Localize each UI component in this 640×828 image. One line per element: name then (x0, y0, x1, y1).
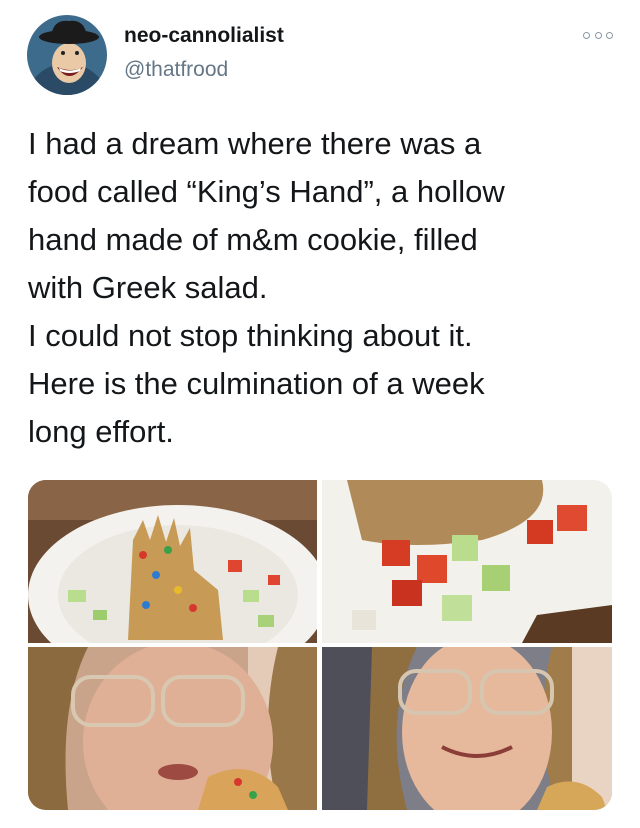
dot-icon (606, 31, 613, 39)
dot-icon (594, 31, 602, 39)
avatar[interactable] (27, 15, 107, 95)
tweet-text: I had a dream where there was a food cal… (28, 126, 505, 449)
media-greek-salad-closeup[interactable] (322, 480, 612, 643)
media-cookie-hand-plate[interactable] (28, 480, 317, 643)
media-person-smiling[interactable] (322, 647, 612, 810)
user-handle[interactable]: @thatfrood (124, 58, 228, 82)
media-person-eating-cookie[interactable] (28, 647, 317, 810)
more-options-icon[interactable] (583, 29, 613, 41)
display-name[interactable]: neo-cannolialist (124, 24, 284, 48)
dot-icon (583, 31, 590, 39)
media-grid (28, 480, 612, 810)
